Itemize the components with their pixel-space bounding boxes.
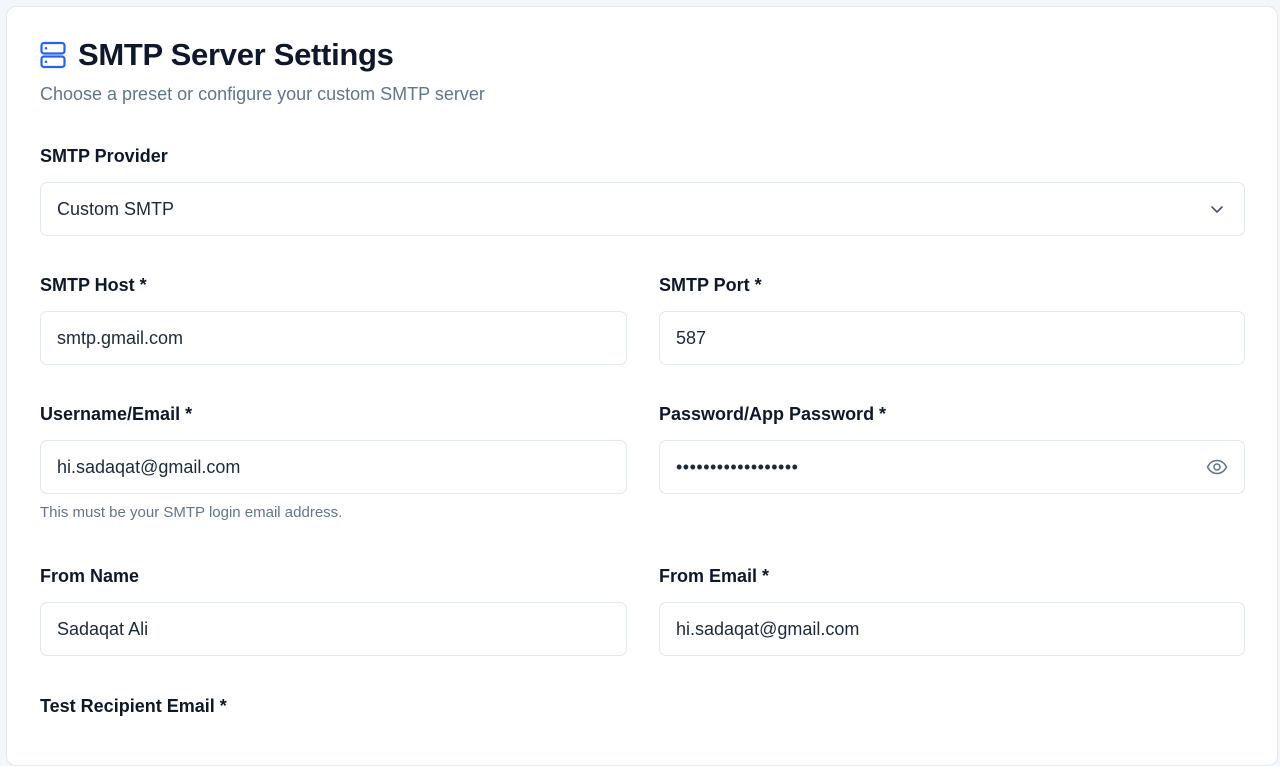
username-hint: This must be your SMTP login email addre… xyxy=(40,504,343,521)
host-label: SMTP Host * xyxy=(40,275,147,295)
from-email-label: From Email * xyxy=(659,566,770,586)
server-icon xyxy=(40,40,66,70)
provider-selected-value: Custom SMTP xyxy=(57,198,175,219)
from-email-input-value: hi.sadaqat@gmail.com xyxy=(676,618,860,639)
from-email-input[interactable]: hi.sadaqat@gmail.com xyxy=(659,602,1245,656)
smtp-settings-card: SMTP Server Settings Choose a preset or … xyxy=(6,6,1278,766)
from-name-input[interactable]: Sadaqat Ali xyxy=(40,602,627,656)
eye-icon[interactable] xyxy=(1190,441,1244,493)
from-name-label: From Name xyxy=(40,566,140,586)
from-name-input-value: Sadaqat Ali xyxy=(57,618,149,639)
page-title: SMTP Server Settings xyxy=(78,37,394,72)
host-input[interactable]: smtp.gmail.com xyxy=(40,311,627,365)
test-recipient-label: Test Recipient Email * xyxy=(40,696,227,716)
password-label: Password/App Password * xyxy=(659,404,887,424)
provider-label: SMTP Provider xyxy=(40,146,168,166)
provider-select[interactable]: Custom SMTP xyxy=(40,182,1245,236)
chevron-down-icon xyxy=(1190,183,1244,235)
password-input-value: •••••••••••••••••• xyxy=(676,456,799,477)
username-input-value: hi.sadaqat@gmail.com xyxy=(57,456,241,477)
port-label: SMTP Port * xyxy=(659,275,762,295)
password-input[interactable]: •••••••••••••••••• xyxy=(659,440,1245,494)
username-label: Username/Email * xyxy=(40,404,193,424)
port-input[interactable]: 587 xyxy=(659,311,1245,365)
port-input-value: 587 xyxy=(676,327,707,348)
page-subtitle: Choose a preset or configure your custom… xyxy=(40,84,485,104)
host-input-value: smtp.gmail.com xyxy=(57,327,184,348)
username-input[interactable]: hi.sadaqat@gmail.com xyxy=(40,440,627,494)
page-header: SMTP Server Settings xyxy=(40,37,394,73)
